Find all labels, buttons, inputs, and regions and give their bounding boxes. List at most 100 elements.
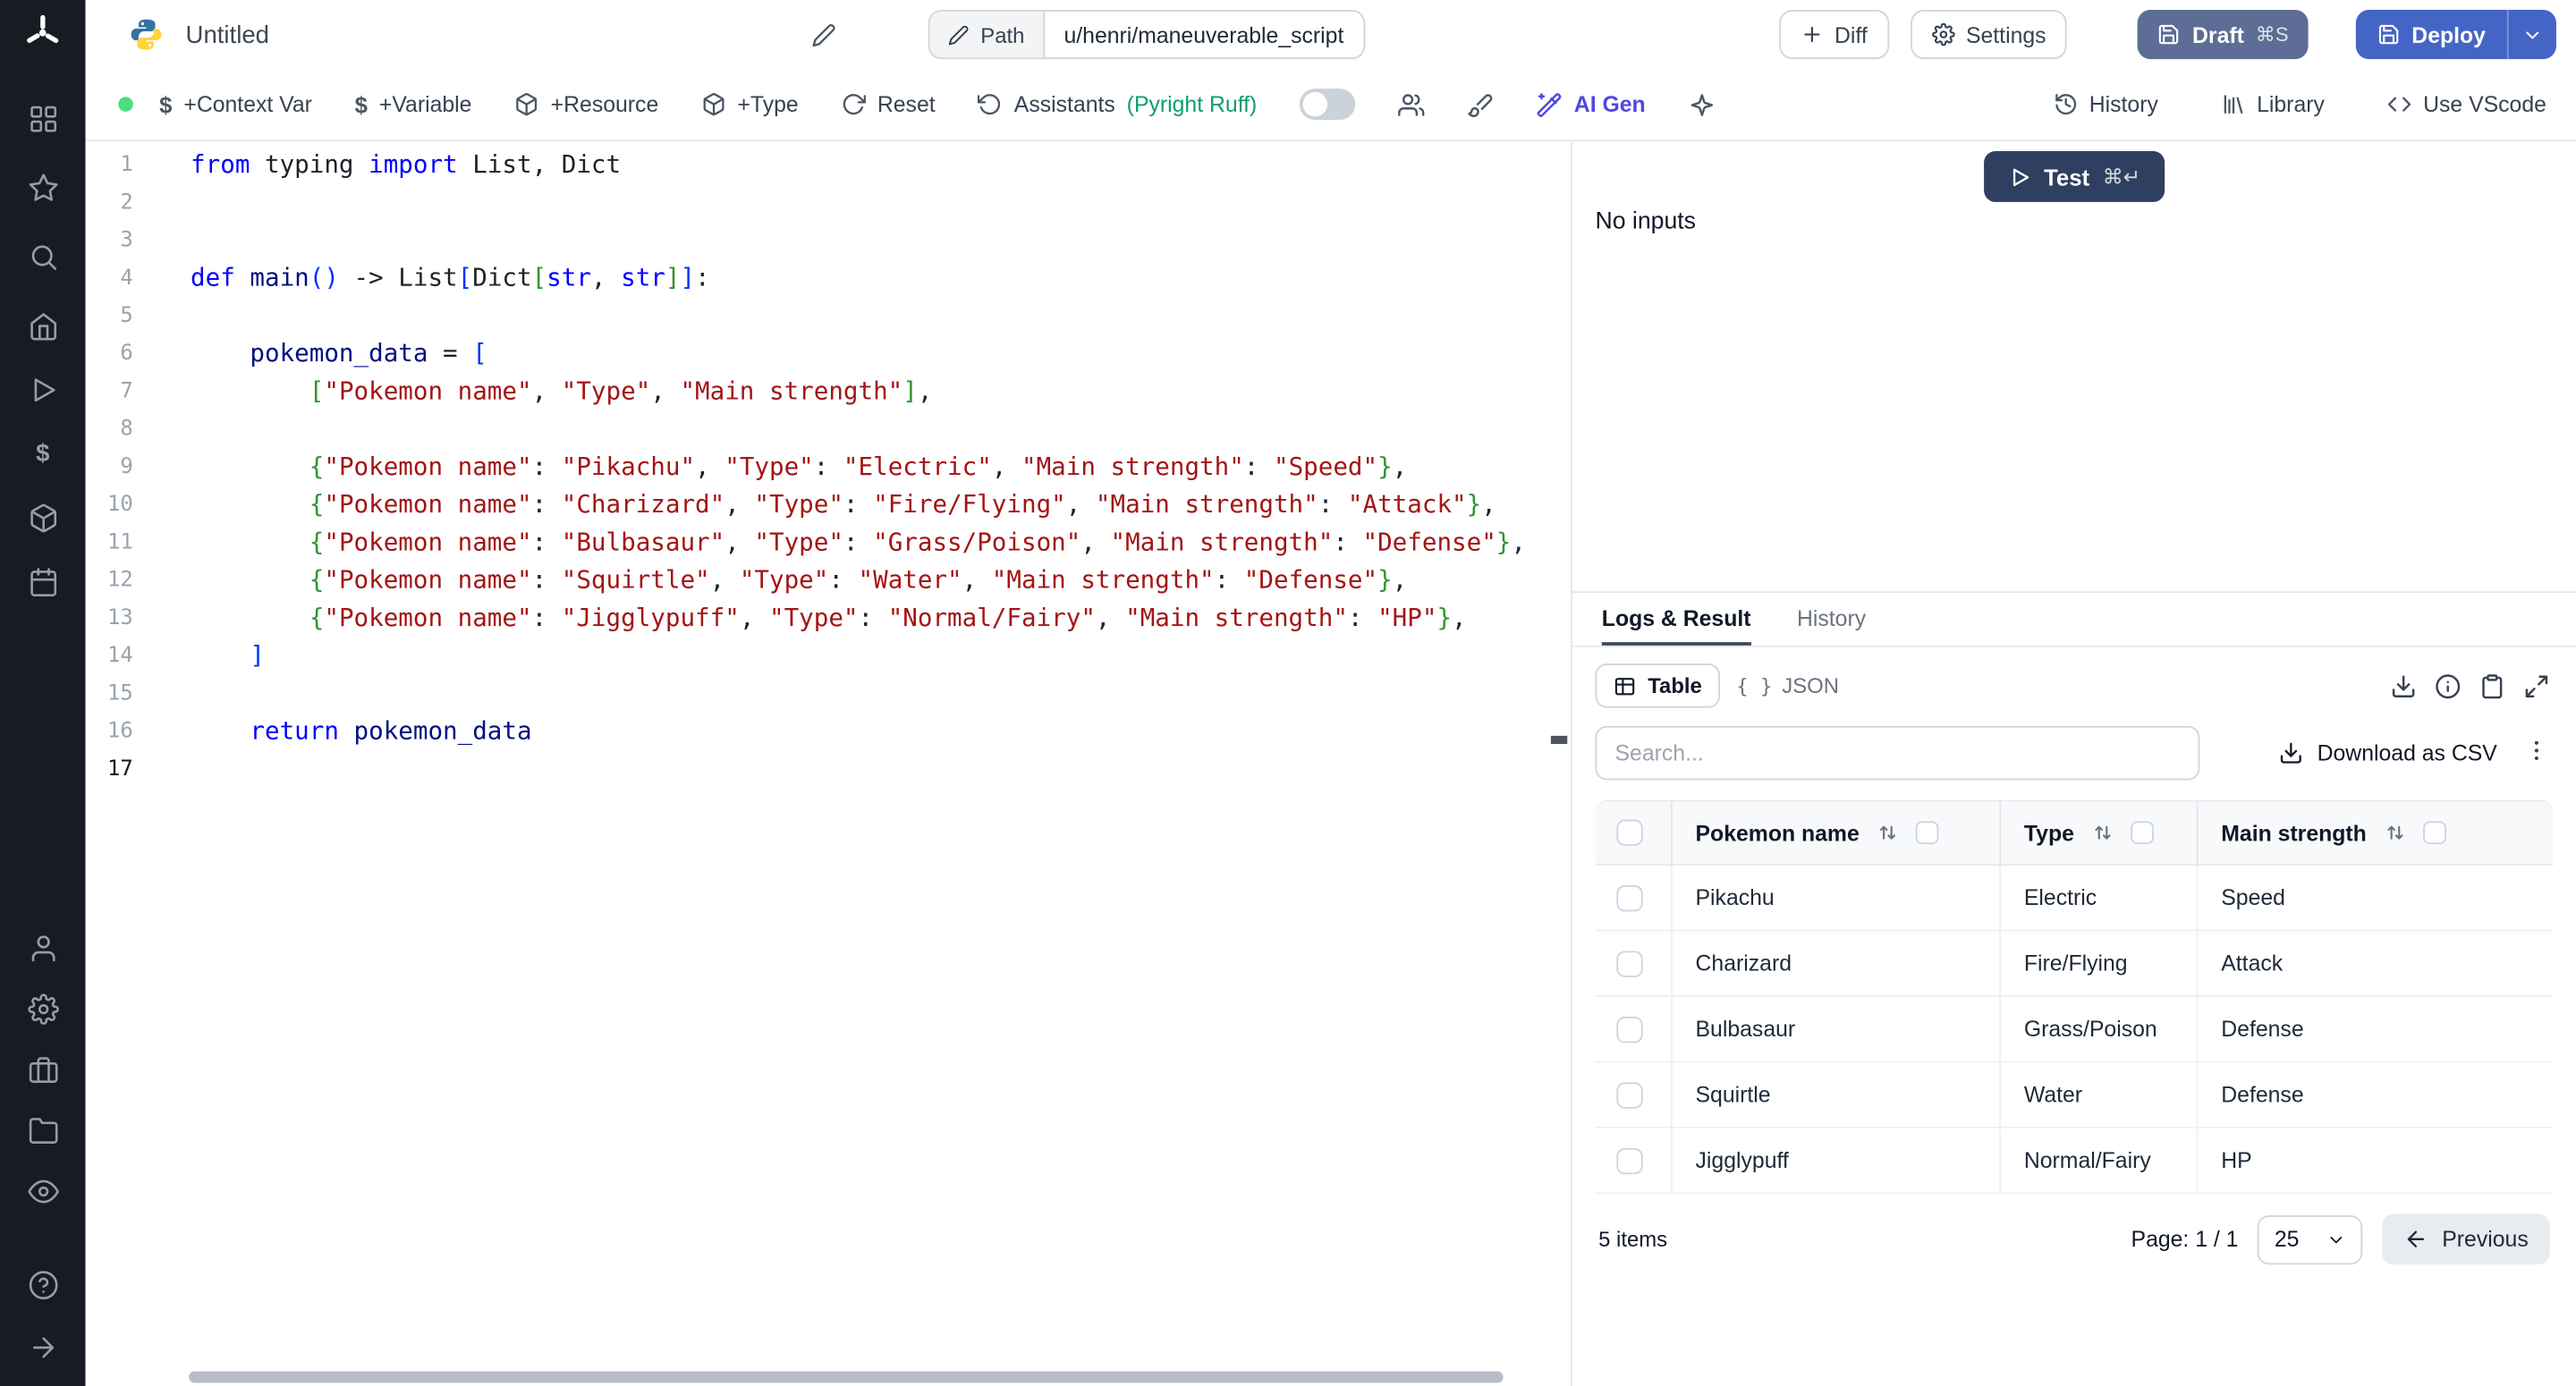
code-line[interactable]: {"Pokemon name": "Bulbasaur", "Type": "G… [191, 524, 1526, 562]
page-indicator: Page: 1 / 1 [2131, 1227, 2239, 1252]
code-line[interactable] [191, 675, 1526, 713]
code-line[interactable]: {"Pokemon name": "Squirtle", "Type": "Wa… [191, 562, 1526, 599]
ai-gen-button[interactable]: AI Gen [1537, 91, 1646, 117]
use-vscode-button[interactable]: Use VScode [2387, 92, 2546, 117]
code-line[interactable]: ] [191, 638, 1526, 675]
tab-history[interactable]: History [1797, 593, 1866, 646]
diff-button[interactable]: Diff [1779, 10, 1889, 59]
row-checkbox[interactable] [1616, 951, 1642, 976]
sort-icon[interactable] [2383, 821, 2406, 844]
sort-icon[interactable] [1876, 821, 1899, 844]
resources-icon[interactable] [26, 501, 59, 534]
code-line[interactable]: {"Pokemon name": "Charizard", "Type": "F… [191, 486, 1526, 524]
refresh-icon [841, 92, 866, 117]
code-lines[interactable]: from typing import List, Dict def main()… [151, 146, 1526, 1386]
folders-icon[interactable] [26, 1113, 59, 1146]
collapse-sidebar-icon[interactable] [26, 1331, 59, 1364]
table-row[interactable]: SquirtleWaterDefense [1595, 1062, 2553, 1128]
path-chip[interactable]: Path u/henri/maneuverable_script [928, 10, 1365, 59]
apps-icon[interactable] [26, 102, 59, 135]
sparkles-icon[interactable] [1688, 91, 1714, 117]
code-line[interactable] [191, 297, 1526, 334]
assistants-detail: (Pyright Ruff) [1127, 92, 1258, 117]
deploy-button[interactable]: Deploy [2356, 10, 2507, 59]
no-inputs-label: No inputs [1595, 208, 1696, 234]
row-checkbox[interactable] [1616, 884, 1642, 910]
variables-icon[interactable]: $ [26, 437, 59, 470]
table-row[interactable]: JigglypuffNormal/FairyHP [1595, 1128, 2553, 1194]
column-checkbox[interactable] [1915, 821, 1938, 844]
gear-icon [1931, 23, 1954, 46]
library-button[interactable]: Library [2221, 92, 2325, 117]
code-line[interactable] [191, 184, 1526, 222]
view-table-button[interactable]: Table [1595, 663, 1720, 708]
add-type-button[interactable]: +Type [701, 92, 799, 117]
table-row[interactable]: PikachuElectricSpeed [1595, 866, 2553, 931]
code-line[interactable]: from typing import List, Dict [191, 146, 1526, 183]
editor-horizontal-scrollbar[interactable] [189, 1372, 1503, 1383]
tab-logs-result[interactable]: Logs & Result [1602, 593, 1751, 646]
items-count: 5 items [1598, 1227, 1667, 1252]
code-line[interactable]: ["Pokemon name", "Type", "Main strength"… [191, 373, 1526, 410]
deploy-dropdown-button[interactable] [2507, 10, 2556, 59]
edit-title-pencil-icon[interactable] [811, 22, 836, 47]
line-number: 16 [86, 713, 133, 750]
schedules-icon[interactable] [26, 565, 59, 598]
code-line[interactable] [191, 222, 1526, 259]
row-checkbox[interactable] [1616, 1016, 1642, 1042]
multiplayer-icon[interactable] [1398, 91, 1424, 117]
previous-page-button[interactable]: Previous [2383, 1213, 2549, 1264]
add-variable-button[interactable]: $ +Variable [355, 91, 472, 117]
code-line[interactable] [191, 410, 1526, 448]
deploy-button-group: Deploy [2356, 10, 2556, 59]
select-all-checkbox[interactable] [1616, 820, 1642, 846]
table-menu-button[interactable] [2523, 738, 2549, 769]
account-icon[interactable] [26, 931, 59, 964]
code-editor[interactable]: 1234567891011121314151617 from typing im… [86, 141, 1572, 1386]
test-button[interactable]: Test ⌘↵ [1983, 151, 2165, 202]
expand-icon[interactable] [2523, 672, 2549, 698]
row-checkbox[interactable] [1616, 1081, 1642, 1107]
copy-result-icon[interactable] [2479, 672, 2505, 698]
settings-gear-icon[interactable] [26, 992, 59, 1025]
page-size-select[interactable]: 25 [2258, 1214, 2364, 1263]
info-icon[interactable] [2435, 672, 2461, 698]
code-line[interactable]: pokemon_data = [ [191, 335, 1526, 373]
download-result-icon[interactable] [2390, 672, 2416, 698]
favorites-icon[interactable] [26, 171, 59, 204]
line-number: 5 [86, 297, 133, 334]
code-line[interactable]: return pokemon_data [191, 713, 1526, 750]
windmill-logo-icon[interactable] [23, 13, 63, 53]
audit-logs-icon[interactable] [26, 1174, 59, 1207]
draft-button[interactable]: Draft ⌘S [2138, 10, 2308, 59]
add-context-var-button[interactable]: $ +Context Var [159, 91, 312, 117]
assistants-toggle[interactable] [1300, 89, 1355, 120]
row-checkbox[interactable] [1616, 1147, 1642, 1173]
column-checkbox[interactable] [2130, 821, 2153, 844]
search-icon[interactable] [26, 240, 59, 273]
reset-button[interactable]: Reset [841, 92, 935, 117]
line-number: 12 [86, 562, 133, 599]
code-line[interactable]: def main() -> List[Dict[str, str]]: [191, 259, 1526, 297]
format-brush-icon[interactable] [1467, 91, 1493, 117]
history-button[interactable]: History [2053, 92, 2158, 117]
sidebar: $ [0, 0, 86, 1386]
table-row[interactable]: CharizardFire/FlyingAttack [1595, 931, 2553, 996]
code-line[interactable] [191, 750, 1526, 788]
settings-button[interactable]: Settings [1911, 10, 2068, 59]
code-line[interactable]: {"Pokemon name": "Pikachu", "Type": "Ele… [191, 448, 1526, 486]
add-resource-button[interactable]: +Resource [514, 92, 658, 117]
sort-icon[interactable] [2090, 821, 2114, 844]
workers-icon[interactable] [26, 1052, 59, 1086]
view-json-button[interactable]: { } JSON [1720, 663, 1855, 708]
assistants-button[interactable]: Assistants (Pyright Ruff) [978, 92, 1257, 117]
search-input[interactable] [1595, 726, 2199, 781]
download-csv-button[interactable]: Download as CSV [2279, 740, 2496, 765]
table-row[interactable]: BulbasaurGrass/PoisonDefense [1595, 997, 2553, 1062]
line-number: 2 [86, 184, 133, 222]
runs-icon[interactable] [26, 373, 59, 406]
column-checkbox[interactable] [2422, 821, 2445, 844]
home-icon[interactable] [26, 308, 59, 342]
code-line[interactable]: {"Pokemon name": "Jigglypuff", "Type": "… [191, 599, 1526, 637]
help-icon[interactable] [26, 1268, 59, 1301]
